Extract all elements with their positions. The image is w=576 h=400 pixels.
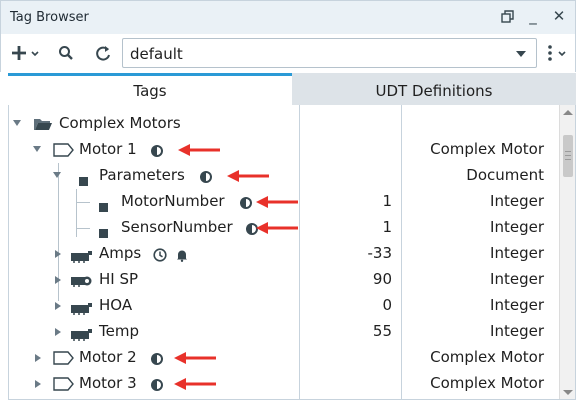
close-button[interactable]: ✕ <box>551 7 567 25</box>
scroll-down-icon[interactable] <box>563 390 573 395</box>
annotation-arrow-icon <box>173 350 217 369</box>
history-clock-icon <box>153 247 167 266</box>
opc-tag-icon <box>71 300 93 319</box>
folder-open-icon <box>33 116 53 136</box>
value-cell: 1 <box>382 192 392 210</box>
annotation-arrow-icon <box>226 168 270 187</box>
data-type-cell: Complex Motor <box>430 140 544 158</box>
tree-guide-line <box>76 228 90 229</box>
expand-toggle-icon[interactable] <box>55 302 61 310</box>
data-type-cell: Integer <box>490 296 544 314</box>
tag-name: Motor 2 <box>79 348 137 366</box>
udt-status-icon <box>150 351 164 370</box>
udt-status-icon <box>150 377 164 396</box>
tag-name: Temp <box>99 322 139 340</box>
alarm-bell-icon <box>175 247 189 266</box>
data-type-cell: Document <box>466 166 544 184</box>
tree-row-motor-2[interactable]: Motor 2 Complex Motor <box>9 345 561 371</box>
udt-instance-icon <box>53 350 75 370</box>
annotation-arrow-icon <box>255 194 299 213</box>
annotation-arrow-icon <box>177 142 221 161</box>
tree-row-temp[interactable]: Temp 55 Integer <box>9 319 561 345</box>
value-cell: 0 <box>382 296 392 314</box>
more-options-icon[interactable] <box>544 42 572 64</box>
parameter-status-icon <box>199 169 213 188</box>
tree-row-hi-sp[interactable]: HI SP 90 Integer <box>9 267 561 293</box>
parameter-tag-icon <box>99 223 108 242</box>
tree-row-motor-1[interactable]: Motor 1 Complex Motor <box>9 137 561 163</box>
tab-bar: Tags UDT Definitions <box>8 73 576 105</box>
collapse-toggle-icon[interactable] <box>33 146 41 152</box>
minimize-button[interactable]: _ <box>525 7 541 25</box>
tree-row-motornumber[interactable]: MotorNumber 1 Integer <box>9 189 561 215</box>
value-cell: 90 <box>372 270 392 288</box>
search-icon[interactable] <box>56 42 76 64</box>
restore-icon[interactable] <box>499 7 515 25</box>
tag-provider-value: default <box>130 45 183 63</box>
data-type-cell: Integer <box>490 192 544 210</box>
tree-row-parameters[interactable]: Parameters Document <box>9 163 561 189</box>
data-type-cell: Integer <box>490 244 544 262</box>
tag-name: Complex Motors <box>59 114 181 132</box>
tag-name: Motor 3 <box>79 374 137 392</box>
udt-status-icon <box>150 143 164 162</box>
expand-toggle-icon[interactable] <box>55 250 61 258</box>
opc-tag-icon <box>71 273 93 292</box>
tag-name: HOA <box>99 296 133 314</box>
window-title: Tag Browser <box>10 10 89 25</box>
tag-tree-table: Complex Motors Motor 1 Complex Motor Par… <box>8 105 576 400</box>
tag-name: Amps <box>99 244 142 262</box>
opc-tag-icon <box>71 248 93 267</box>
value-cell: 1 <box>382 218 392 236</box>
tree-row-complex-motors[interactable]: Complex Motors <box>9 111 561 137</box>
annotation-arrow-icon <box>173 376 217 395</box>
tab-udt-definitions[interactable]: UDT Definitions <box>292 73 576 105</box>
tag-name: Parameters <box>99 166 185 184</box>
data-type-cell: Complex Motor <box>430 374 544 392</box>
tag-name: Motor 1 <box>79 140 137 158</box>
collapse-toggle-icon[interactable] <box>53 172 61 178</box>
tree-row-sensornumber[interactable]: SensorNumber 1 Integer <box>9 215 561 241</box>
expand-toggle-icon[interactable] <box>55 328 61 336</box>
tab-tags[interactable]: Tags <box>8 73 292 105</box>
tag-provider-select[interactable]: default <box>122 38 537 68</box>
tree-row-motor-3[interactable]: Motor 3 Complex Motor <box>9 371 561 397</box>
collapse-toggle-icon[interactable] <box>13 120 21 126</box>
udt-instance-icon <box>53 376 75 396</box>
document-tag-icon <box>79 171 88 190</box>
annotation-arrow-icon <box>255 220 299 239</box>
scroll-up-icon[interactable] <box>563 110 573 115</box>
data-type-cell: Complex Motor <box>430 348 544 366</box>
data-type-cell: Integer <box>490 218 544 236</box>
parameter-tag-icon <box>99 197 108 216</box>
tree-row-hoa[interactable]: HOA 0 Integer <box>9 293 561 319</box>
parameter-status-icon <box>239 195 253 214</box>
tag-name: SensorNumber <box>121 218 233 236</box>
data-type-cell: Integer <box>490 270 544 288</box>
add-tag-button[interactable] <box>11 42 41 64</box>
data-type-cell: Integer <box>490 322 544 340</box>
grip-line <box>565 155 571 156</box>
expand-toggle-icon[interactable] <box>55 276 61 284</box>
chevron-down-icon <box>516 51 526 57</box>
title-bar: Tag Browser _ ✕ <box>0 0 576 34</box>
refresh-icon[interactable] <box>93 42 113 64</box>
grip-line <box>565 151 571 152</box>
grip-line <box>565 159 571 160</box>
expand-toggle-icon[interactable] <box>35 380 41 388</box>
tree-row-amps[interactable]: Amps -33 Integer <box>9 241 561 267</box>
expand-toggle-icon[interactable] <box>35 354 41 362</box>
scrollbar-thumb[interactable] <box>563 135 573 177</box>
opc-tag-icon <box>71 326 93 345</box>
window-controls: _ ✕ <box>499 7 567 25</box>
tree-guide-line <box>76 202 90 203</box>
toolbar: default <box>0 34 576 72</box>
value-cell: 55 <box>372 322 392 340</box>
tag-name: MotorNumber <box>121 192 225 210</box>
value-cell: -33 <box>367 244 393 262</box>
udt-instance-icon <box>53 142 75 162</box>
vertical-scrollbar[interactable] <box>559 105 575 399</box>
tag-name: HI SP <box>99 270 139 288</box>
